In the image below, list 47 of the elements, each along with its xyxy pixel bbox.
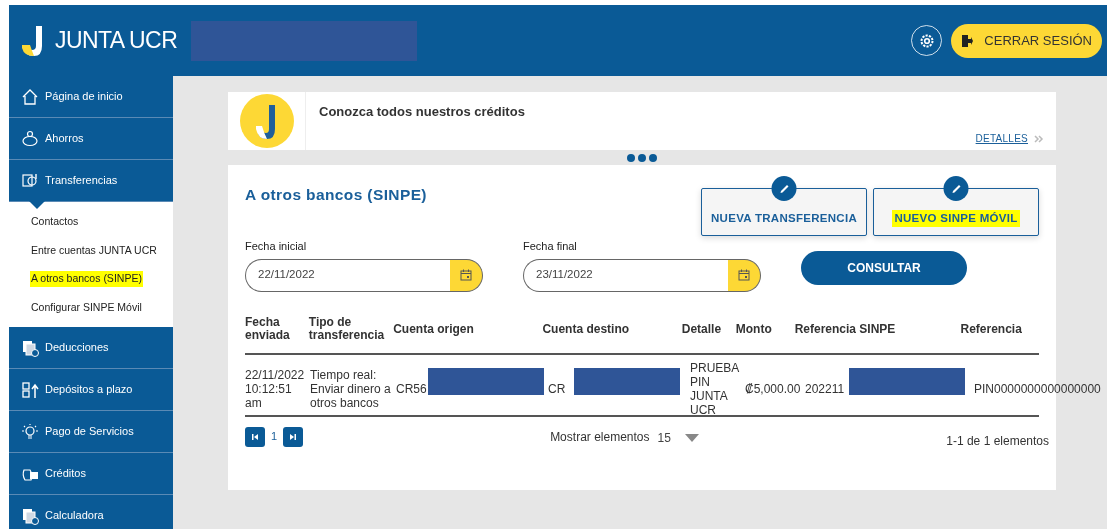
details-link[interactable]: DETALLES — [975, 131, 1028, 146]
banner-title: Conozca todos nuestros créditos — [319, 103, 526, 121]
submenu-link[interactable]: A otros bancos (SINPE) — [30, 271, 143, 288]
field-label: Fecha final — [523, 239, 578, 254]
submenu-link[interactable]: Configurar SINPE Móvil — [30, 299, 143, 316]
column-header: Referencia — [960, 320, 1023, 336]
field-label: Fecha inicial — [245, 239, 308, 254]
column-header: Cuenta origen — [393, 320, 475, 336]
column-header: Tipo de transferencia — [308, 315, 386, 342]
table-cell: PIN0000000000000000 — [974, 381, 1101, 396]
table-cell: 202211 — [805, 381, 845, 396]
table-cell-text: Tiempo real: Enviar dinero a otros bancos — [310, 367, 392, 410]
page-number[interactable]: 1 — [271, 428, 278, 445]
skip-forward-icon — [289, 432, 298, 441]
page-size-label: Mostrar elementos — [550, 428, 650, 446]
column-header: Fecha enviada — [245, 315, 291, 342]
page-size-dropdown[interactable]: 15 — [657, 426, 699, 447]
last-page-button[interactable] — [283, 426, 304, 447]
first-page-button[interactable] — [245, 426, 265, 447]
house-icon — [21, 87, 39, 106]
table-cell: CR56 — [396, 381, 427, 396]
skip-back-icon — [251, 432, 259, 441]
column-header: Monto — [735, 320, 773, 336]
door-icon — [961, 33, 974, 48]
table-cell-text: PRUEBA PIN JUNTA UCR — [690, 360, 740, 417]
action-button[interactable]: NUEVA TRANSFERENCIA — [701, 188, 867, 236]
pencil-icon — [950, 182, 962, 195]
consult-button[interactable]: CONSULTAR — [801, 250, 967, 285]
column-header: Detalle — [681, 320, 723, 336]
table-cell: CR — [548, 381, 566, 396]
settings-icon — [918, 32, 935, 49]
lightbulb-icon — [21, 422, 39, 441]
chevron-double-icon — [1034, 134, 1044, 143]
submenu-link[interactable]: Entre cuentas JUNTA UCR — [30, 242, 158, 259]
submenu-link[interactable]: Contactos — [30, 214, 80, 231]
arrow-up-icon — [21, 380, 39, 399]
pencil-icon — [778, 182, 790, 195]
brand-name: JUNTA UCR — [55, 26, 178, 56]
caret-down-icon — [684, 433, 699, 442]
action-button[interactable]: NUEVO SINPE MÓVIL — [873, 188, 1039, 236]
table-cell: ₡5,000.00 — [745, 381, 801, 396]
logout-button[interactable]: CERRAR SESIÓN — [951, 23, 1102, 58]
column-header: Cuenta destino — [542, 320, 631, 336]
table-cell-text: 22/11/2022 10:12:51 am — [245, 367, 306, 410]
page-title: A otros bancos (SINPE) — [245, 185, 427, 205]
results-summary: 1-1 de 1 elementos — [946, 432, 1049, 450]
column-header: Referencia SINPE — [794, 320, 897, 336]
